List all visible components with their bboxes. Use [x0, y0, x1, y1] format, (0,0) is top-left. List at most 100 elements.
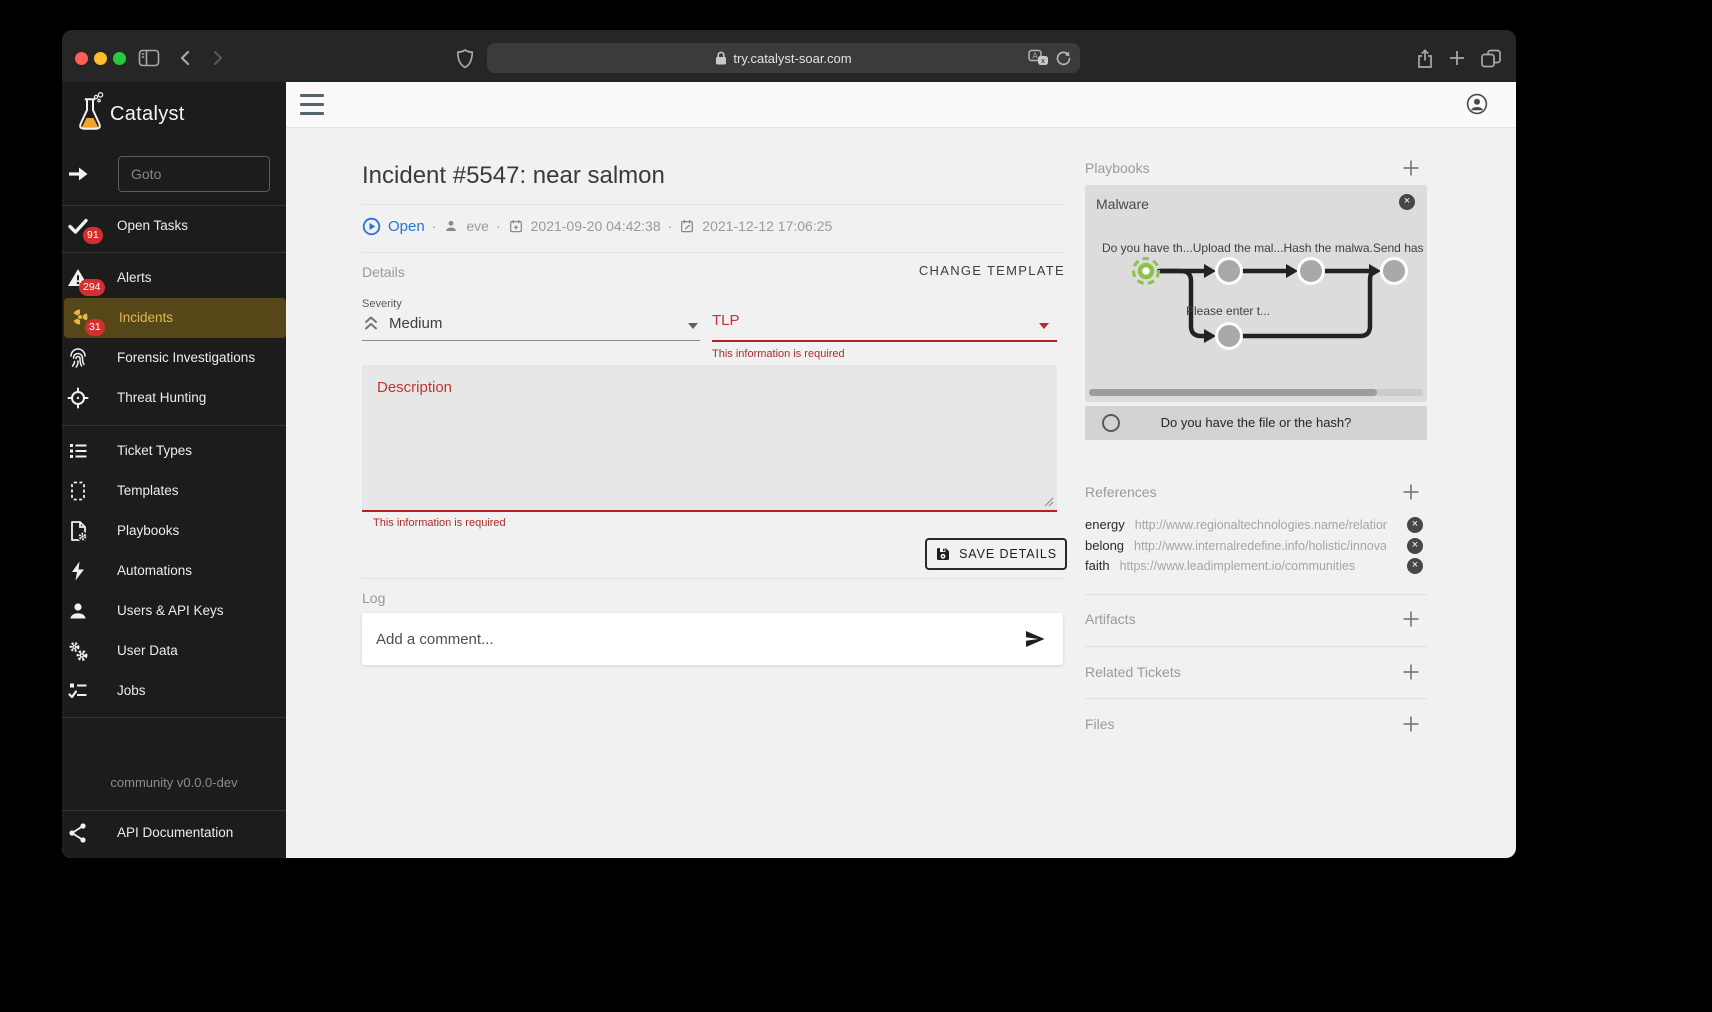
owner-value: eve [466, 218, 489, 234]
browser-titlebar: try.catalyst-soar.com Ax [62, 30, 1516, 83]
tlp-underline [712, 340, 1057, 342]
reference-url[interactable]: http://www.regionaltechnologies.name/rel… [1135, 518, 1387, 532]
reference-row: faith https://www.leadimplement.io/commu… [1085, 555, 1427, 576]
ticket-status-row: Open · eve · 2021-09-20 04:42:38 · 2021-… [362, 214, 832, 238]
artifacts-heading: Artifacts [1085, 611, 1136, 627]
add-playbook-button[interactable] [1401, 158, 1421, 178]
account-icon[interactable] [1466, 93, 1488, 115]
reference-name: energy [1085, 517, 1125, 532]
save-details-button[interactable]: SAVE DETAILS [925, 538, 1067, 570]
address-bar[interactable]: try.catalyst-soar.com Ax [487, 43, 1080, 73]
task-question: Do you have the file or the hash? [1085, 406, 1427, 440]
sidebar-item-open-tasks[interactable]: 91 Open Tasks [62, 206, 286, 246]
sidebar-item-ticket-types[interactable]: Ticket Types [62, 431, 286, 471]
flow-scrollbar[interactable] [1089, 389, 1423, 396]
divider [362, 252, 1065, 253]
sidebar-item-automations[interactable]: Automations [62, 551, 286, 591]
flow-start-node [1134, 259, 1159, 284]
reference-url[interactable]: https://www.leadimplement.io/communities [1120, 559, 1356, 573]
add-file-button[interactable] [1401, 714, 1421, 734]
reference-name: belong [1085, 538, 1124, 553]
status-value[interactable]: Open [388, 218, 425, 235]
page-title: Incident #5547: near salmon [362, 162, 665, 190]
fingerprint-icon [66, 346, 90, 370]
flow-branch-label: Please enter t... [1186, 304, 1270, 318]
sidebar-toggle-icon[interactable] [138, 48, 160, 68]
url-text: try.catalyst-soar.com [733, 51, 851, 66]
share-icon[interactable] [1415, 48, 1437, 68]
playbook-card-malware: Malware × Do you have th...Upload the ma… [1085, 185, 1427, 402]
severity-underline [362, 340, 700, 341]
bolt-icon [66, 559, 90, 583]
zoom-window-button[interactable] [113, 52, 126, 65]
modified-value: 2021-12-12 17:06:25 [702, 218, 832, 234]
svg-text:A: A [1032, 52, 1038, 61]
reference-row: belong http://www.internalredefine.info/… [1085, 535, 1427, 556]
forward-icon[interactable] [207, 48, 229, 68]
sidebar-item-api-documentation[interactable]: API Documentation [62, 813, 286, 853]
tabs-overview-icon[interactable] [1480, 48, 1502, 68]
new-tab-icon[interactable] [1447, 48, 1469, 68]
description-textarea[interactable]: Description [362, 365, 1057, 512]
sidebar-item-incidents[interactable]: 31 Incidents [64, 298, 286, 338]
share-nodes-icon [66, 821, 90, 845]
shield-icon[interactable] [455, 48, 477, 68]
sidebar-item-user-data[interactable]: User Data [62, 631, 286, 671]
alerts-badge: 294 [79, 279, 105, 296]
add-artifact-button[interactable] [1401, 609, 1421, 629]
add-reference-button[interactable] [1401, 482, 1421, 502]
sidebar-item-jobs[interactable]: Jobs [62, 671, 286, 711]
sidebar-item-playbooks[interactable]: Playbooks [62, 511, 286, 551]
reference-row: energy http://www.regionaltechnologies.n… [1085, 514, 1427, 535]
comment-box [362, 613, 1063, 665]
browser-window: try.catalyst-soar.com Ax [62, 30, 1516, 858]
playbook-task-row[interactable]: Do you have the file or the hash? [1085, 406, 1427, 440]
severity-select[interactable]: Medium [362, 314, 442, 332]
sidebar-item-alerts[interactable]: 294 Alerts [62, 258, 286, 298]
divider [362, 578, 1065, 579]
change-template-button[interactable]: CHANGE TEMPLATE [919, 263, 1065, 278]
send-icon[interactable] [1023, 627, 1047, 651]
playbooks-heading: Playbooks [1085, 160, 1150, 176]
tlp-label[interactable]: TLP [712, 312, 740, 329]
severity-label: Severity [362, 298, 402, 310]
minimize-window-button[interactable] [94, 52, 107, 65]
translate-icon[interactable]: Ax [1028, 49, 1049, 67]
close-window-button[interactable] [75, 52, 88, 65]
tlp-dropdown-caret[interactable] [1039, 323, 1049, 329]
reload-icon[interactable] [1055, 50, 1072, 67]
sidebar-item-threat-hunting[interactable]: Threat Hunting [62, 378, 286, 418]
resize-handle-icon[interactable] [1043, 496, 1054, 507]
divider [62, 810, 286, 811]
open-status-icon[interactable] [362, 217, 381, 236]
app-version: community v0.0.0-dev [62, 775, 286, 790]
goto-input[interactable] [118, 156, 270, 192]
remove-reference-icon[interactable]: × [1407, 517, 1423, 533]
severity-value: Medium [389, 315, 442, 332]
remove-reference-icon[interactable]: × [1407, 538, 1423, 554]
log-heading: Log [362, 590, 385, 606]
catalyst-logo-flask-icon [74, 92, 106, 136]
tlp-required-message: This information is required [712, 348, 845, 360]
hamburger-menu-icon[interactable] [300, 94, 324, 115]
divider [62, 252, 286, 253]
files-heading: Files [1085, 716, 1115, 732]
dashed-file-icon [66, 479, 90, 503]
sidebar-item-forensic-investigations[interactable]: Forensic Investigations [62, 338, 286, 378]
details-heading: Details [362, 264, 405, 280]
flow-scrollbar-thumb[interactable] [1089, 389, 1377, 396]
sidebar-item-users-api-keys[interactable]: Users & API Keys [62, 591, 286, 631]
reference-name: faith [1085, 558, 1110, 573]
playbook-flow-diagram[interactable] [1085, 185, 1427, 402]
checklist-icon [66, 679, 90, 703]
back-icon[interactable] [176, 48, 198, 68]
sidebar-item-templates[interactable]: Templates [62, 471, 286, 511]
remove-reference-icon[interactable]: × [1407, 558, 1423, 574]
brand-title: Catalyst [110, 94, 185, 134]
divider [62, 717, 286, 718]
comment-input[interactable] [362, 613, 1010, 665]
reference-url[interactable]: http://www.internalredefine.info/holisti… [1134, 539, 1386, 553]
related-tickets-heading: Related Tickets [1085, 664, 1181, 680]
severity-dropdown-caret[interactable] [688, 323, 698, 329]
add-related-ticket-button[interactable] [1401, 662, 1421, 682]
